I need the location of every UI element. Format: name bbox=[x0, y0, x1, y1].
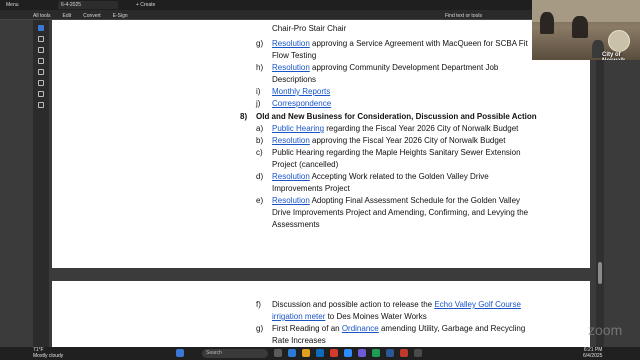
draw-tool-icon[interactable] bbox=[38, 58, 44, 64]
highlight-tool-icon[interactable] bbox=[38, 47, 44, 53]
document-page-2: f) Discussion and possible action to rel… bbox=[52, 281, 590, 347]
measure-tool-icon[interactable] bbox=[38, 91, 44, 97]
word-icon[interactable] bbox=[386, 349, 394, 357]
toolbar-edit[interactable]: Edit bbox=[63, 13, 72, 19]
document-tab[interactable]: 6-4-2025 bbox=[58, 1, 118, 9]
tool-rail bbox=[33, 20, 49, 347]
council-member bbox=[540, 12, 554, 34]
file-explorer-icon[interactable] bbox=[302, 349, 310, 357]
weather-widget[interactable]: 71°F Mostly cloudy bbox=[33, 347, 63, 359]
teams-icon[interactable] bbox=[358, 349, 366, 357]
council-member bbox=[572, 16, 588, 38]
echo-valley-link[interactable]: Echo Valley Golf Course bbox=[434, 300, 521, 309]
city-seal bbox=[608, 30, 630, 52]
agenda-item-g2-cont: Rate Increases bbox=[272, 336, 326, 345]
agenda-item-h-cont: Descriptions bbox=[272, 75, 317, 84]
task-view-icon[interactable] bbox=[274, 349, 282, 357]
agenda-item-d-cont: Improvements Project bbox=[272, 184, 350, 193]
select-tool-icon[interactable] bbox=[38, 25, 44, 31]
toolbar-esign[interactable]: E-Sign bbox=[113, 13, 128, 19]
resolution-link[interactable]: Resolution bbox=[272, 196, 310, 205]
document-tab-title: 6-4-2025 bbox=[61, 2, 82, 8]
public-hearing-link[interactable]: Public Hearing bbox=[272, 124, 324, 133]
edge-icon[interactable] bbox=[288, 349, 296, 357]
toolbar-convert[interactable]: Convert bbox=[83, 13, 101, 19]
text-tool-icon[interactable] bbox=[38, 69, 44, 75]
video-caption: City of Norwalk bbox=[602, 52, 625, 60]
vertical-scrollbar[interactable] bbox=[596, 20, 604, 347]
agenda-item-c-cont: Project (cancelled) bbox=[272, 160, 339, 169]
correspondence-link[interactable]: Correspondence bbox=[272, 98, 331, 109]
system-clock[interactable]: 6:21 PM 6/4/2025 bbox=[583, 347, 602, 359]
resolution-link[interactable]: Resolution bbox=[272, 63, 310, 72]
pinned-apps bbox=[274, 349, 422, 357]
resolution-link[interactable]: Resolution bbox=[272, 136, 310, 145]
agenda-item-e-cont2: Assessments bbox=[272, 220, 320, 229]
windows-taskbar: 71°F Mostly cloudy Search 6:21 PM 6/4/20… bbox=[0, 347, 640, 360]
create-tab-button[interactable]: + Create bbox=[136, 2, 155, 8]
monthly-reports-link[interactable]: Monthly Reports bbox=[272, 86, 330, 97]
video-feed: City of Norwalk bbox=[532, 0, 640, 60]
resolution-link[interactable]: Resolution bbox=[272, 39, 310, 48]
more-tools-icon[interactable] bbox=[38, 102, 44, 108]
document-page-1: Chair-Pro Stair Chair g) Resolution appr… bbox=[52, 20, 590, 268]
scrollbar-thumb[interactable] bbox=[598, 262, 602, 284]
acrobat-icon[interactable] bbox=[330, 349, 338, 357]
taskbar-search[interactable]: Search bbox=[202, 349, 268, 358]
app-menu: Menu bbox=[6, 2, 19, 8]
ordinance-link[interactable]: Ordinance bbox=[342, 324, 379, 333]
settings-icon[interactable] bbox=[414, 349, 422, 357]
stamp-tool-icon[interactable] bbox=[38, 80, 44, 86]
powerpoint-icon[interactable] bbox=[400, 349, 408, 357]
menu-item-menu[interactable]: Menu bbox=[6, 2, 19, 8]
find-text-field[interactable]: Find text or tools bbox=[445, 13, 482, 19]
outlook-icon[interactable] bbox=[316, 349, 324, 357]
resolution-link[interactable]: Resolution bbox=[272, 172, 310, 181]
start-icon[interactable] bbox=[176, 349, 184, 357]
irrigation-meter-link[interactable]: irrigation meter bbox=[272, 312, 325, 321]
agenda-item-g-cont: Flow Testing bbox=[272, 51, 317, 60]
agenda-item-f-cont: irrigation meter to Des Moines Water Wor… bbox=[272, 312, 427, 321]
comment-tool-icon[interactable] bbox=[38, 36, 44, 42]
agenda-line: Chair-Pro Stair Chair bbox=[272, 24, 347, 33]
zoom-watermark: zoom bbox=[588, 322, 623, 338]
zoom-icon[interactable] bbox=[344, 349, 352, 357]
agenda-item-e-cont: Drive Improvements Project and Amending,… bbox=[272, 208, 529, 217]
taskbar-apps bbox=[176, 349, 184, 357]
toolbar-all-tools[interactable]: All tools bbox=[33, 13, 51, 19]
excel-icon[interactable] bbox=[372, 349, 380, 357]
